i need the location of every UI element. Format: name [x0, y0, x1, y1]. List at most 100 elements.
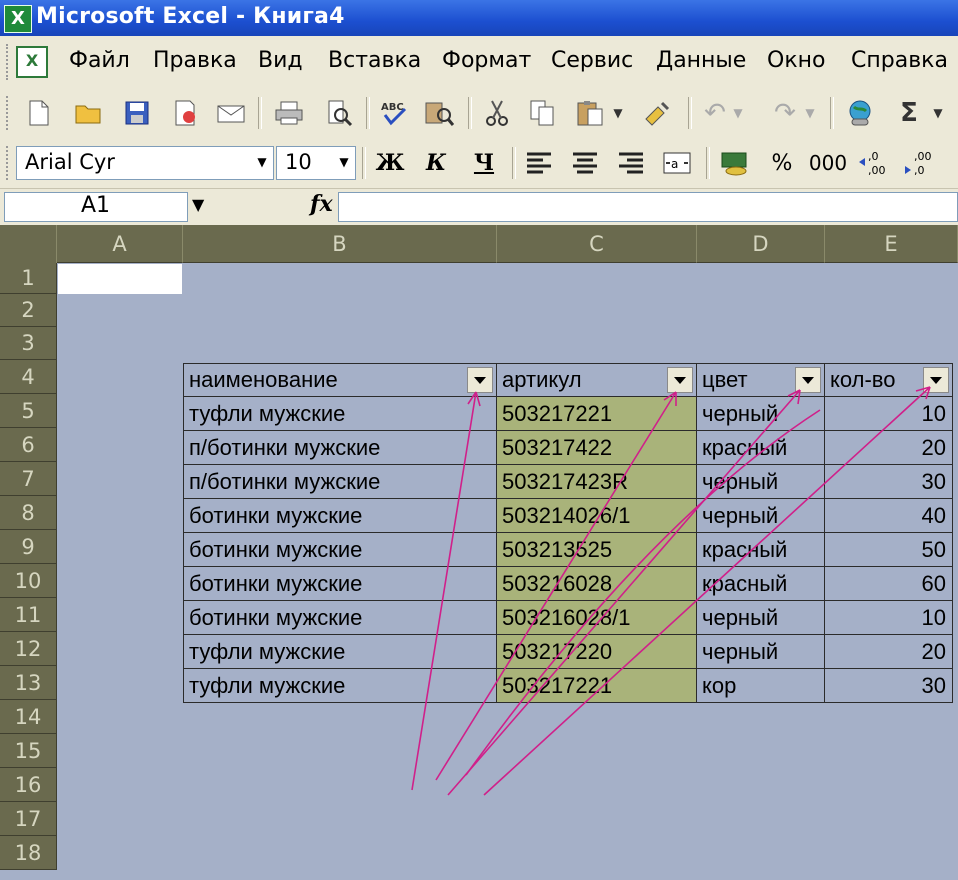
- percent-button[interactable]: %: [764, 146, 800, 180]
- align-center-icon[interactable]: [568, 146, 602, 180]
- column-header-d[interactable]: D: [697, 225, 825, 263]
- name-cell[interactable]: туфли мужские: [183, 669, 497, 703]
- row-header[interactable]: 14: [0, 700, 57, 734]
- column-header-a[interactable]: A: [57, 225, 183, 263]
- open-icon[interactable]: [72, 96, 106, 130]
- article-cell[interactable]: 503217220: [497, 635, 697, 669]
- email-icon[interactable]: [214, 96, 248, 130]
- font-size-select[interactable]: 10 ▼: [276, 146, 356, 180]
- print-icon[interactable]: [272, 96, 306, 130]
- undo-dropdown-icon[interactable]: ▼: [730, 96, 746, 130]
- menu-format[interactable]: Формат: [442, 48, 531, 73]
- chevron-down-icon[interactable]: ▼: [335, 149, 353, 175]
- toolbar-grip[interactable]: [6, 146, 8, 180]
- select-all-corner[interactable]: [0, 225, 57, 263]
- table-header-cell[interactable]: наименование: [183, 363, 497, 397]
- cut-icon[interactable]: [480, 96, 514, 130]
- redo-icon[interactable]: ↷: [768, 96, 802, 130]
- color-cell[interactable]: черный: [697, 635, 825, 669]
- quantity-cell[interactable]: 60: [825, 567, 953, 601]
- paste-dropdown-icon[interactable]: ▼: [610, 96, 626, 130]
- article-cell[interactable]: 503213525: [497, 533, 697, 567]
- insert-function-icon[interactable]: fx: [310, 191, 333, 217]
- menu-insert[interactable]: Вставка: [328, 48, 421, 73]
- article-cell[interactable]: 503216028/1: [497, 601, 697, 635]
- name-cell[interactable]: туфли мужские: [183, 635, 497, 669]
- name-cell[interactable]: туфли мужские: [183, 397, 497, 431]
- menu-view[interactable]: Вид: [258, 48, 303, 73]
- underline-button[interactable]: Ч: [466, 146, 502, 180]
- row-header[interactable]: 1: [0, 263, 57, 294]
- active-cell-a1[interactable]: [58, 264, 182, 294]
- article-cell[interactable]: 503217221: [497, 669, 697, 703]
- row-header[interactable]: 16: [0, 768, 57, 802]
- excel-icon[interactable]: X: [4, 5, 32, 33]
- hyperlink-icon[interactable]: [844, 96, 878, 130]
- color-cell[interactable]: черный: [697, 499, 825, 533]
- row-header[interactable]: 8: [0, 496, 57, 530]
- copy-icon[interactable]: [526, 96, 560, 130]
- name-cell[interactable]: п/ботинки мужские: [183, 465, 497, 499]
- toolbar-grip[interactable]: [6, 44, 11, 80]
- quantity-cell[interactable]: 20: [825, 635, 953, 669]
- print-preview-icon[interactable]: [322, 96, 356, 130]
- row-header[interactable]: 13: [0, 666, 57, 700]
- chevron-down-icon[interactable]: ▼: [253, 149, 271, 175]
- quantity-cell[interactable]: 40: [825, 499, 953, 533]
- row-header[interactable]: 17: [0, 802, 57, 836]
- color-cell[interactable]: красный: [697, 567, 825, 601]
- quantity-cell[interactable]: 10: [825, 601, 953, 635]
- menu-data[interactable]: Данные: [656, 48, 746, 73]
- name-box[interactable]: A1: [4, 192, 188, 222]
- column-header-b[interactable]: B: [183, 225, 497, 263]
- autosum-dropdown-icon[interactable]: ▼: [930, 96, 946, 130]
- menu-window[interactable]: Окно: [767, 48, 825, 73]
- merge-center-icon[interactable]: a: [660, 146, 694, 180]
- autosum-icon[interactable]: Σ: [892, 96, 926, 130]
- increase-decimal-icon[interactable]: ,0,00: [856, 146, 890, 180]
- row-header[interactable]: 7: [0, 462, 57, 496]
- menu-help[interactable]: Справка: [851, 48, 948, 73]
- column-header-e[interactable]: E: [825, 225, 958, 263]
- currency-icon[interactable]: [718, 146, 752, 180]
- formula-input[interactable]: [338, 192, 958, 222]
- quantity-cell[interactable]: 30: [825, 465, 953, 499]
- font-name-select[interactable]: Arial Cyr ▼: [16, 146, 274, 180]
- row-header[interactable]: 11: [0, 598, 57, 632]
- name-cell[interactable]: ботинки мужские: [183, 601, 497, 635]
- color-cell[interactable]: черный: [697, 465, 825, 499]
- workbook-icon[interactable]: X: [16, 46, 48, 78]
- thousands-button[interactable]: 000: [808, 146, 848, 180]
- article-cell[interactable]: 503217422: [497, 431, 697, 465]
- row-header[interactable]: 6: [0, 428, 57, 462]
- row-header[interactable]: 4: [0, 360, 57, 394]
- name-cell[interactable]: ботинки мужские: [183, 499, 497, 533]
- spelling-icon[interactable]: ABC: [378, 96, 412, 130]
- row-header[interactable]: 15: [0, 734, 57, 768]
- article-cell[interactable]: 503216028: [497, 567, 697, 601]
- row-header[interactable]: 3: [0, 327, 57, 360]
- name-cell[interactable]: ботинки мужские: [183, 567, 497, 601]
- color-cell[interactable]: красный: [697, 533, 825, 567]
- name-cell[interactable]: ботинки мужские: [183, 533, 497, 567]
- row-header[interactable]: 2: [0, 294, 57, 327]
- save-icon[interactable]: [120, 96, 154, 130]
- toolbar-grip[interactable]: [6, 96, 8, 130]
- quantity-cell[interactable]: 10: [825, 397, 953, 431]
- row-header[interactable]: 18: [0, 836, 57, 870]
- autofilter-dropdown-icon[interactable]: [467, 367, 493, 393]
- permission-icon[interactable]: [168, 96, 202, 130]
- quantity-cell[interactable]: 30: [825, 669, 953, 703]
- article-cell[interactable]: 503214026/1: [497, 499, 697, 533]
- menu-edit[interactable]: Правка: [153, 48, 237, 73]
- redo-dropdown-icon[interactable]: ▼: [802, 96, 818, 130]
- chevron-down-icon[interactable]: ▼: [192, 195, 204, 214]
- row-header[interactable]: 9: [0, 530, 57, 564]
- column-header-c[interactable]: C: [497, 225, 697, 263]
- quantity-cell[interactable]: 50: [825, 533, 953, 567]
- article-cell[interactable]: 503217423R: [497, 465, 697, 499]
- autofilter-dropdown-icon[interactable]: [667, 367, 693, 393]
- bold-button[interactable]: Ж: [372, 146, 408, 180]
- color-cell[interactable]: черный: [697, 397, 825, 431]
- menu-tools[interactable]: Сервис: [551, 48, 633, 73]
